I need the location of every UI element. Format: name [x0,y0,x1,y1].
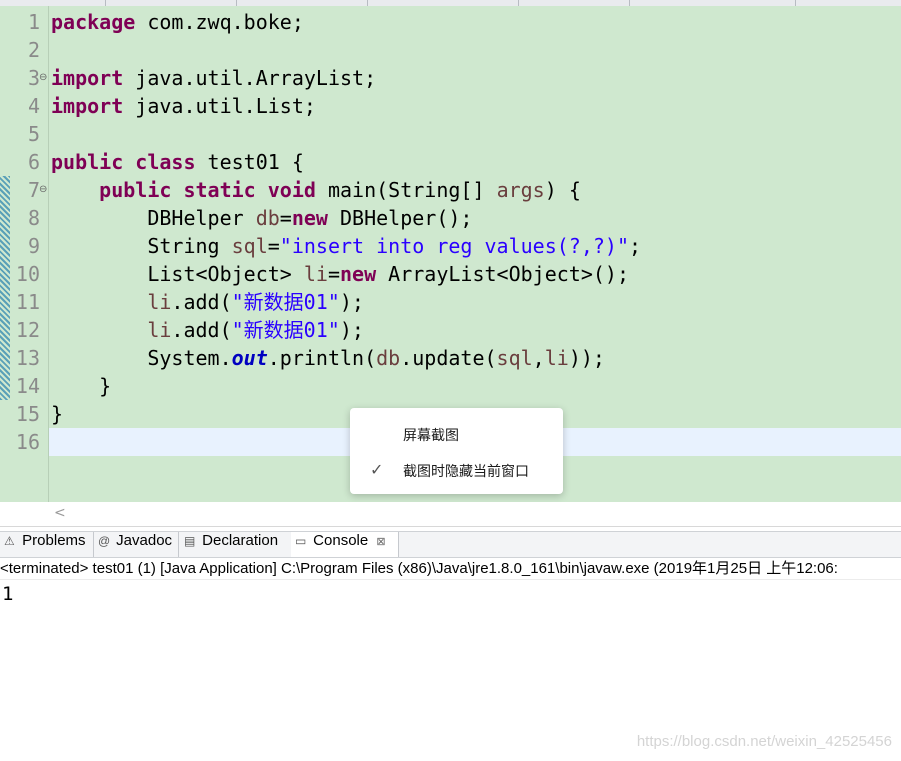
bottom-view-tabs: ⚠ Problems @ Javadoc ▤ Declaration ▭ Con… [0,531,901,558]
code-line-9: String sql="insert into reg values(?,?)"… [147,234,642,258]
console-status: <terminated> test01 (1) [Java Applicatio… [0,557,901,580]
code-line-3: import java.util.ArrayList; [51,66,377,90]
close-icon[interactable]: ⊠ [376,536,385,548]
tab-label: Problems [22,532,86,549]
line-number: 4 [27,94,40,118]
code-line-12: li.add("新数据01"); [147,318,364,342]
tab-javadoc[interactable]: @ Javadoc [94,532,179,557]
tab-console[interactable]: ▭ Console ⊠ [291,532,399,557]
line-number: 6 [27,150,40,174]
code-line-13: System.out.println(db.update(sql,li)); [147,346,605,370]
code-line-10: List<Object> li=new ArrayList<Object>(); [147,262,630,286]
line-number: 11 [15,290,40,314]
tab-declaration[interactable]: ▤ Declaration [180,532,292,557]
context-menu: 屏幕截图 ✓ 截图时隐藏当前窗口 [350,408,563,494]
fold-toggle-icon[interactable]: ⊖ [39,72,47,83]
horizontal-scrollbar[interactable]: < [0,502,901,527]
line-number: 15 [15,402,40,426]
line-number: 12 [15,318,40,342]
code-line-11: li.add("新数据01"); [147,290,364,314]
fold-toggle-icon[interactable]: ⊖ [39,184,47,195]
code-line-15: } [51,402,64,426]
line-number: 8 [27,206,40,230]
line-number: 13 [15,346,40,370]
code-line-4: import java.util.List; [51,94,316,118]
line-number: 10 [15,262,40,286]
problems-icon: ⚠ [4,534,15,548]
tab-label: Console [313,532,369,549]
scroll-left-icon[interactable]: < [54,505,66,521]
line-number: 9 [27,234,40,258]
line-number: 14 [15,374,40,398]
line-number: 5 [27,122,40,146]
code-line-6: public class test01 { [51,150,304,174]
code-line-8: DBHelper db=new DBHelper(); [147,206,473,230]
javadoc-icon: @ [98,534,111,548]
menu-item-screenshot[interactable]: 屏幕截图 [403,425,459,445]
line-number: 2 [27,38,40,62]
declaration-icon: ▤ [184,534,196,548]
code-line-7: public static void main(String[] args) { [99,178,581,202]
watermark: https://blog.csdn.net/weixin_42525456 [636,733,892,750]
line-number: 7 [27,178,40,202]
console-icon: ▭ [295,534,307,548]
tab-label: Declaration [202,532,279,549]
line-number: 16 [15,430,40,454]
change-marker [0,176,10,400]
tab-label: Javadoc [116,532,173,549]
tab-problems[interactable]: ⚠ Problems [0,532,94,557]
code-line-14: } [51,374,112,398]
line-number: 1 [27,10,40,34]
menu-item-hide-window[interactable]: 截图时隐藏当前窗口 [403,461,529,481]
line-number: 3 [27,66,40,90]
console-output: 1 [2,583,14,605]
code-line-1: package com.zwq.boke; [51,10,304,34]
checkmark-icon: ✓ [370,460,384,479]
